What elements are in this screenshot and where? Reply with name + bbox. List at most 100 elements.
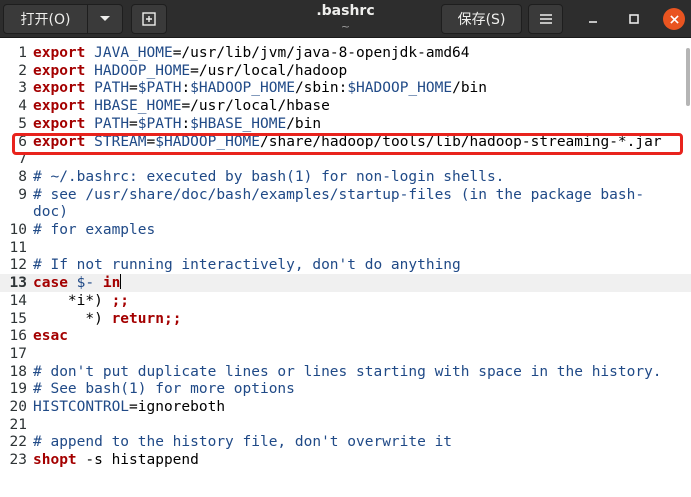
line-text: export PATH=$PATH:$HBASE_HOME/bin <box>33 115 321 133</box>
code-line[interactable]: 14 *i*) ;; <box>0 292 691 310</box>
token: HBASE_HOME <box>94 98 182 115</box>
token: STREAM <box>94 133 147 150</box>
save-button[interactable]: 保存(S) <box>441 4 522 34</box>
code-line[interactable]: 21 <box>0 416 691 434</box>
token: $- <box>76 275 95 292</box>
line-text: shopt -s histappend <box>33 451 199 469</box>
line-number: 5 <box>18 115 27 132</box>
line-text: doc) <box>33 203 68 221</box>
minimize-icon <box>589 21 597 23</box>
line-number: 16 <box>9 328 27 345</box>
token: = <box>129 80 138 97</box>
line-number: 20 <box>9 399 27 415</box>
line-text: # ~/.bashrc: executed by bash(1) for non… <box>33 168 504 186</box>
line-number: 13 <box>9 275 27 292</box>
line-text: # for examples <box>33 221 155 239</box>
text-cursor <box>120 274 122 290</box>
line-number: 10 <box>9 222 27 238</box>
maximize-button[interactable] <box>623 8 645 30</box>
code-line[interactable]: 11 <box>0 239 691 257</box>
line-number: 12 <box>9 257 27 274</box>
line-text: export PATH=$PATH:$HADOOP_HOME/sbin:$HAD… <box>33 79 487 97</box>
code-line[interactable]: 6 export STREAM=$HADOOP_HOME/share/hadoop… <box>0 133 691 151</box>
token: esac <box>33 328 68 345</box>
token: # See bash(1) for more options <box>33 381 295 398</box>
token: # append to the history file, don't over… <box>33 434 453 451</box>
token: /bin <box>286 115 322 132</box>
line-number: 7 <box>18 151 27 168</box>
header-bar: 打开(O) .bashrc ~ 保存(S) <box>0 0 691 38</box>
token: $HADOOP_HOME <box>155 133 261 150</box>
open-button[interactable]: 打开(O) <box>3 4 88 34</box>
token: ;; <box>163 310 182 327</box>
window-subtitle: ~ <box>340 20 351 33</box>
close-button[interactable] <box>663 8 685 30</box>
token: =/usr/local/hadoop <box>190 62 348 79</box>
token: $PATH <box>137 80 182 97</box>
token: # see /usr/share/doc/bash/examples/start… <box>33 186 645 203</box>
code-line[interactable]: 16 esac <box>0 327 691 345</box>
code-line[interactable]: 1 export JAVA_HOME=/usr/lib/jvm/java-8-op… <box>0 44 691 62</box>
token: return <box>111 310 164 327</box>
code-line[interactable]: 4 export HBASE_HOME=/usr/local/hbase <box>0 97 691 115</box>
open-dropdown-button[interactable] <box>87 4 123 34</box>
token: = <box>146 133 156 150</box>
code-line[interactable]: doc) <box>0 203 691 221</box>
line-text: export HBASE_HOME=/usr/local/hbase <box>33 97 330 115</box>
code-line[interactable]: 20 HISTCONTROL=ignoreboth <box>0 398 691 416</box>
minimize-button[interactable] <box>582 8 604 30</box>
text-editor[interactable]: 1 export JAVA_HOME=/usr/lib/jvm/java-8-op… <box>0 38 691 497</box>
line-number: 3 <box>18 80 27 97</box>
token: =ignoreboth <box>129 399 226 415</box>
new-document-icon <box>142 12 156 26</box>
line-text: export STREAM=$HADOOP_HOME/share/hadoop/… <box>33 133 662 151</box>
line-number: 1 <box>18 45 27 61</box>
line-text: # see /usr/share/doc/bash/examples/start… <box>33 186 644 204</box>
code-line[interactable]: 23 shopt -s histappend <box>0 451 691 469</box>
line-number: 15 <box>9 310 27 327</box>
token: doc) <box>33 204 68 221</box>
token: ;; <box>111 292 130 309</box>
code-line[interactable]: 17 <box>0 345 691 363</box>
maximize-icon <box>629 14 639 24</box>
line-text: # append to the history file, don't over… <box>33 433 452 451</box>
code-line[interactable]: 19 # See bash(1) for more options <box>0 380 691 398</box>
token: export <box>33 45 86 61</box>
code-line[interactable]: 15 *) return;; <box>0 310 691 328</box>
code-line[interactable]: 8 # ~/.bashrc: executed by bash(1) for no… <box>0 168 691 186</box>
menu-button[interactable] <box>528 4 563 34</box>
line-number: 8 <box>18 168 27 185</box>
token: : <box>181 115 191 132</box>
token: HADOOP_HOME <box>94 62 191 79</box>
code-line[interactable]: 3 export PATH=$PATH:$HADOOP_HOME/sbin:$HA… <box>0 79 691 97</box>
line-text: *) return;; <box>33 310 181 328</box>
line-number: 4 <box>18 98 27 115</box>
token: $PATH <box>137 115 182 132</box>
token: export <box>33 98 86 115</box>
line-text: HISTCONTROL=ignoreboth <box>33 398 225 416</box>
line-number: 9 <box>18 186 27 203</box>
code-line[interactable]: 9 # see /usr/share/doc/bash/examples/star… <box>0 186 691 204</box>
line-number: 23 <box>9 452 27 469</box>
token: PATH <box>94 80 130 97</box>
close-icon <box>669 14 679 24</box>
code-line[interactable]: 12 # If not running interactively, don't … <box>0 256 691 274</box>
code-line[interactable]: 2 export HADOOP_HOME=/usr/local/hadoop <box>0 62 691 80</box>
scrollbar-thumb[interactable] <box>686 48 690 106</box>
line-number: 18 <box>9 363 27 380</box>
code-line[interactable]: 10 # for examples <box>0 221 691 239</box>
code-line[interactable]: 22 # append to the history file, don't ov… <box>0 433 691 451</box>
token: # ~/.bashrc: executed by bash(1) for non… <box>33 168 505 185</box>
new-tab-button[interactable] <box>131 4 167 34</box>
code-line[interactable]: 7 <box>0 150 691 168</box>
code-line[interactable]: 13 case $- in <box>0 274 691 293</box>
line-number: 11 <box>9 239 27 256</box>
code-line[interactable]: 5 export PATH=$PATH:$HBASE_HOME/bin <box>0 115 691 133</box>
line-number: 19 <box>9 381 27 398</box>
token: # If not running interactively, don't do… <box>33 257 461 274</box>
token: case <box>33 275 68 292</box>
token: /bin <box>452 80 488 97</box>
code-line[interactable]: 18 # don't put duplicate lines or lines s… <box>0 363 691 381</box>
